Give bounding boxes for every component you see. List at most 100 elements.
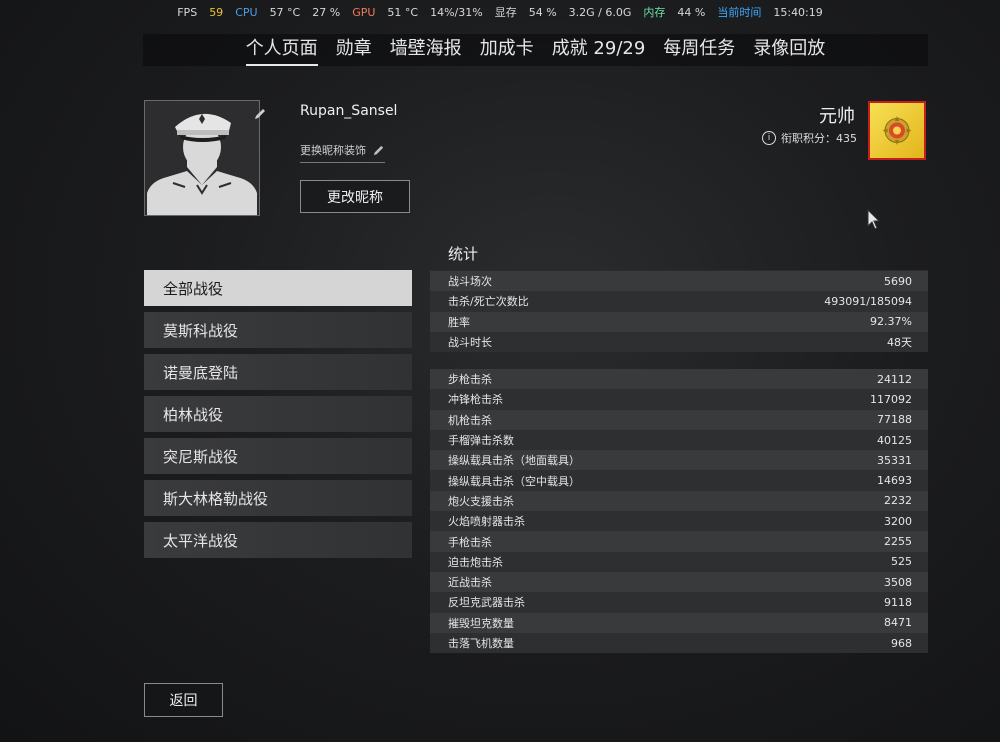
stat-row: 火焰喷射器击杀 3200 [430,511,928,532]
stat-row: 反坦克武器击杀 9118 [430,592,928,613]
rank-points-text: 衔职积分：435 [781,132,857,145]
stat-label: 操纵载具击杀（地面载具） [448,454,580,468]
stat-label: 火焰喷射器击杀 [448,515,525,529]
stat-row: 机枪击杀 77188 [430,409,928,430]
stat-label: 迫击炮击杀 [448,555,503,569]
vram-pct: 54 % [528,5,557,19]
sidebar-item-all-campaigns[interactable]: 全部战役 [144,270,412,306]
rank-badge[interactable] [868,101,926,160]
stat-label: 近战击杀 [448,576,492,590]
stat-row: 战斗场次 5690 [430,271,928,292]
stat-value: 9118 [884,595,912,609]
sidebar-item-pacific[interactable]: 太平洋战役 [144,522,412,558]
stat-row: 胜率 92.37% [430,311,928,332]
stat-value: 968 [891,636,912,650]
stat-label: 步枪击杀 [448,373,492,387]
stat-value: 24112 [877,372,912,386]
vram-label: 显存 [494,6,517,19]
stat-value: 493091/185094 [824,294,912,308]
avatar[interactable] [144,100,265,216]
stat-row: 近战击杀 3508 [430,571,928,593]
stats-title: 统计 [448,245,479,263]
gpu-label: GPU [352,5,376,19]
cpu-load: 27 % [312,5,341,19]
stat-label: 手榴弹击杀数 [448,434,514,448]
stat-value: 2232 [884,494,912,508]
stat-label: 手枪击杀 [448,535,492,549]
stat-value: 5690 [884,274,912,288]
top-nav: 个人页面 勋章 墙壁海报 加成卡 成就 29/29 每周任务 录像回放 [143,34,928,66]
rank-points: i 衔职积分：435 [762,130,857,146]
stat-row: 战斗时长 48天 [430,331,928,353]
stat-label: 击落飞机数量 [448,637,514,650]
kill-stats-table: 步枪击杀 24112 冲锋枪击杀 117092 机枪击杀 77188 手榴弹击杀数 40125… [430,369,928,654]
stat-row: 击杀/死亡次数比 493091/185094 [430,291,928,312]
time-label: 当前时间 [717,6,762,19]
stat-value: 525 [891,555,912,569]
sidebar-item-berlin[interactable]: 柏林战役 [144,396,412,432]
stat-row: 炮火支援击杀 2232 [430,490,928,512]
back-button[interactable]: 返回 [144,683,223,717]
tab-profile[interactable]: 个人页面 [245,34,318,66]
stat-row: 步枪击杀 24112 [430,369,928,390]
tab-achievements[interactable]: 成就 29/29 [552,34,646,66]
rename-decoration-label: 更换昵称装饰 [300,144,366,157]
username: Rupan_Sansel [300,103,398,119]
stat-value: 40125 [877,433,912,447]
pencil-icon [373,145,384,155]
info-icon[interactable]: i [762,131,776,145]
rank-title: 元帅 [819,106,855,127]
gpu-temp: 51 °C [387,5,419,19]
stat-value: 3508 [884,575,912,589]
tab-posters[interactable]: 墙壁海报 [390,34,462,66]
stat-row: 摧毁坦克数量 8471 [430,612,928,633]
sidebar-item-moscow[interactable]: 莫斯科战役 [144,312,412,348]
stat-value: 48天 [887,336,912,350]
mem-label: 内存 [643,6,666,19]
tab-medals[interactable]: 勋章 [336,34,372,66]
stat-row: 手榴弹击杀数 40125 [430,429,928,451]
stat-label: 机枪击杀 [448,413,492,427]
change-nickname-button[interactable]: 更改昵称 [300,180,410,213]
performance-overlay: FPS 59 CPU 57 °C 27 % GPU 51 °C 14%/31% … [0,0,1000,24]
stat-row: 操纵载具击杀（空中载具） 14693 [430,470,928,491]
stat-value: 117092 [870,392,912,406]
stat-value: 77188 [877,413,912,427]
stat-value: 2255 [884,535,912,549]
stat-row: 操纵载具击杀（地面载具） 35331 [430,450,928,471]
stat-row: 冲锋枪击杀 117092 [430,389,928,410]
stat-label: 战斗场次 [448,275,492,289]
sidebar-item-stalingrad[interactable]: 斯大林格勒战役 [144,480,412,516]
tab-boosters[interactable]: 加成卡 [480,34,534,66]
campaign-sidebar: 全部战役 莫斯科战役 诺曼底登陆 柏林战役 突尼斯战役 斯大林格勒战役 太平洋战… [144,270,412,564]
stat-value: 35331 [877,453,912,467]
stat-value: 14693 [877,474,912,488]
stat-label: 操纵载具击杀（空中载具） [448,474,580,488]
cpu-temp: 57 °C [269,5,301,19]
fps-value: 59 [209,5,224,19]
fps-label: FPS [177,5,198,19]
stat-label: 摧毁坦克数量 [448,616,514,630]
gpu-load: 14%/31% [430,5,483,19]
stat-row: 手枪击杀 2255 [430,531,928,552]
mem-pct: 44 % [677,5,706,19]
stat-label: 胜率 [448,315,470,329]
rename-decoration-link[interactable]: 更换昵称装饰 [300,142,385,163]
stat-value: 92.37% [870,315,912,329]
marshal-insignia-icon [882,116,912,145]
stat-value: 8471 [884,616,912,630]
sidebar-item-tunisia[interactable]: 突尼斯战役 [144,438,412,474]
tab-weekly-tasks[interactable]: 每周任务 [663,34,735,66]
stat-value: 3200 [884,514,912,528]
stat-label: 炮火支援击杀 [448,494,514,508]
stat-row: 迫击炮击杀 525 [430,551,928,572]
cpu-label: CPU [235,5,258,19]
tab-replays[interactable]: 录像回放 [753,34,825,66]
stat-label: 反坦克武器击杀 [448,596,525,610]
stat-label: 击杀/死亡次数比 [448,295,529,309]
general-stats-table: 战斗场次 5690 击杀/死亡次数比 493091/185094 胜率 92.37% 战斗时… [430,270,928,353]
sidebar-item-normandy[interactable]: 诺曼底登陆 [144,354,412,390]
stat-row: 击落飞机数量 968 [430,632,928,654]
vram-amount: 3.2G / 6.0G [568,5,632,19]
stat-label: 战斗时长 [448,336,492,350]
